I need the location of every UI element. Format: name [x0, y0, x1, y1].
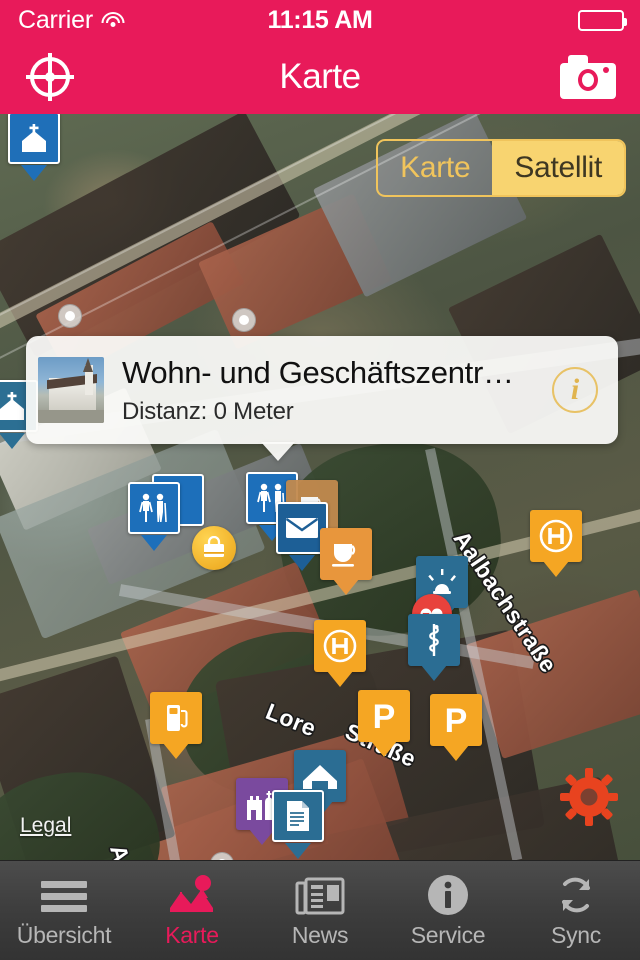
segment-karte[interactable]: Karte	[378, 141, 493, 195]
map-callout[interactable]: Wohn- und Geschäftszentr… Distanz: 0 Met…	[26, 336, 618, 444]
callout-title: Wohn- und Geschäftszentr…	[122, 354, 514, 390]
h-icon	[323, 629, 357, 663]
parking-icon: P	[373, 698, 396, 734]
tab-label-sync: Sync	[551, 922, 601, 948]
church-photo-thumbnail	[38, 357, 104, 423]
gear-icon	[560, 768, 618, 826]
info-circle-icon	[427, 872, 469, 916]
parking-icon: P	[445, 702, 468, 738]
status-bar-clock: 11:15 AM	[267, 5, 373, 34]
pin-hospital-right[interactable]	[530, 510, 582, 577]
hamburger-menu-icon	[39, 872, 89, 916]
pin-church-top[interactable]	[8, 114, 60, 181]
tab-service[interactable]: Service	[384, 861, 512, 960]
map-type-segmented-control[interactable]: Karte Satellit	[376, 139, 626, 197]
camera-button[interactable]	[558, 49, 618, 105]
battery-icon	[578, 9, 627, 31]
pin-pharmacy[interactable]	[408, 614, 460, 681]
pin-seniors-a[interactable]	[128, 482, 180, 551]
church-icon	[22, 124, 46, 152]
tab-label-karte: Karte	[165, 922, 219, 948]
page-title: Karte	[279, 57, 361, 96]
navigation-bar: Karte	[0, 40, 640, 114]
shopping-bag-icon	[204, 536, 224, 557]
pharmacy-icon	[429, 624, 439, 656]
pin-parking-2[interactable]: P	[430, 694, 482, 761]
svg-text:P: P	[445, 702, 468, 738]
sync-refresh-icon	[554, 872, 598, 916]
callout-info-button[interactable]: i	[552, 367, 598, 413]
tab-uebersicht[interactable]: Übersicht	[0, 861, 128, 960]
callout-text-block: Wohn- und Geschäftszentr… Distanz: 0 Met…	[122, 355, 552, 426]
map-dot-marker[interactable]	[58, 304, 82, 328]
mail-icon	[285, 518, 319, 538]
h-icon	[539, 519, 573, 553]
pin-parking-1[interactable]: P	[358, 690, 410, 757]
status-bar-right	[578, 9, 627, 31]
tab-news[interactable]: News	[256, 861, 384, 960]
pin-hospital-left[interactable]	[314, 620, 366, 687]
status-bar: Carrier 11:15 AM	[0, 0, 640, 40]
map-settings-button[interactable]	[560, 768, 618, 826]
callout-distance: Distanz: 0 Meter	[122, 397, 294, 425]
map-pin-icon	[168, 872, 216, 916]
pin-cafe[interactable]	[320, 528, 372, 595]
legal-link[interactable]: Legal	[20, 814, 71, 838]
pin-document[interactable]	[272, 790, 324, 859]
home-icon	[303, 765, 337, 789]
map-dot-marker[interactable]	[232, 308, 256, 332]
church-icon	[0, 392, 24, 420]
map-view[interactable]: Aalbachstraße Lore Straße Amtsgasse	[0, 114, 640, 860]
pin-fuel[interactable]	[150, 692, 202, 759]
svg-text:P: P	[373, 698, 396, 734]
camera-icon	[560, 55, 616, 99]
tab-bar: Übersicht Karte News Service Sync	[0, 860, 640, 960]
tab-karte[interactable]: Karte	[128, 861, 256, 960]
fuel-icon	[167, 705, 188, 731]
pin-shopping-badge[interactable]	[192, 526, 236, 570]
siren-icon	[428, 569, 457, 594]
seniors-icon	[139, 493, 167, 523]
segment-satellit[interactable]: Satellit	[492, 141, 624, 195]
tab-label-service: Service	[410, 922, 486, 948]
callout-pointer	[261, 442, 295, 461]
tab-sync[interactable]: Sync	[512, 861, 640, 960]
coffee-icon	[332, 544, 356, 567]
newspaper-icon	[295, 872, 345, 916]
tab-label-uebersicht: Übersicht	[16, 922, 112, 948]
tab-label-news: News	[291, 922, 349, 948]
app-root: Carrier 11:15 AM Karte Aalbachstraße Lor…	[0, 0, 640, 960]
document-icon	[287, 801, 309, 831]
